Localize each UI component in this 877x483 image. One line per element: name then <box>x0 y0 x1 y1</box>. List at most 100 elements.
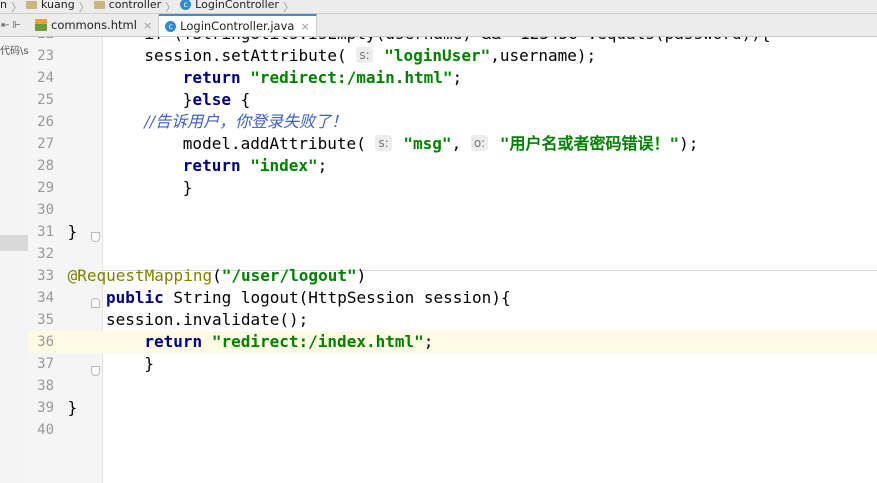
code-token: ); <box>679 134 699 153</box>
string-literal: "msg" <box>403 134 452 153</box>
breadcrumb-label: kuang <box>40 0 75 11</box>
breadcrumb-label: n <box>0 0 7 11</box>
code-line-26[interactable]: 26 //告诉用户，你登录失败了！ <box>28 111 877 133</box>
annotation: @RequestMapping <box>67 266 213 285</box>
breadcrumb-separator: 〉 <box>165 0 177 14</box>
close-icon[interactable]: × <box>300 20 309 33</box>
code-line-39[interactable]: 39} <box>28 397 877 419</box>
comment: //告诉用户，你登录失败了！ <box>144 112 348 131</box>
breadcrumb-item-kuang[interactable]: kuang <box>25 0 75 11</box>
line-number: 37 <box>37 356 54 372</box>
line-number: 36 <box>37 334 54 350</box>
parameter-hint: s: <box>375 135 392 151</box>
breadcrumb: n 〉 kuang 〉 controller 〉 c LoginControll… <box>0 0 877 14</box>
code-token: ,username); <box>490 46 597 65</box>
editor-tab-bar: ⇤ ⊩ commons.html × c LoginController.jav… <box>0 14 877 37</box>
tab-label: LoginController.java <box>180 19 295 33</box>
line-number: 23 <box>37 48 54 64</box>
line-number: 38 <box>37 378 54 394</box>
breadcrumb-item-n[interactable]: n <box>0 0 7 11</box>
line-number: 33 <box>37 268 54 284</box>
keyword: return <box>144 332 203 351</box>
parameter-hint: s: <box>356 47 373 63</box>
breadcrumb-separator: 〉 <box>78 0 90 14</box>
code-token: ) <box>356 266 367 285</box>
string-literal: "redirect:/main.html" <box>250 68 453 87</box>
code-token: session.setAttribute( <box>144 46 357 65</box>
line-number: 31 <box>37 224 54 240</box>
tool-window-icons: ⇤ ⊩ <box>0 14 29 36</box>
breadcrumb-item-controller[interactable]: controller <box>93 0 161 11</box>
line-number: 24 <box>37 70 54 86</box>
code-line-36[interactable]: 36 return "redirect:/index.html"; <box>28 331 877 353</box>
code-text: @RequestMapping("/user/logout") <box>68 265 367 287</box>
code-line-33[interactable]: 33 @RequestMapping("/user/logout") <box>28 265 877 287</box>
line-number: 22 <box>28 37 54 45</box>
code-line-35[interactable]: 35 session.invalidate(); <box>28 309 877 331</box>
code-text: model.addAttribute( s: "msg", o: "用户名或者密… <box>183 133 699 155</box>
code-line-38[interactable]: 38 <box>28 375 877 397</box>
code-token: } <box>67 222 78 241</box>
code-token: ; <box>317 156 328 175</box>
code-line-32[interactable]: 32 <box>28 243 877 265</box>
code-text: session.setAttribute( s: "loginUser",use… <box>144 45 596 67</box>
folder-icon <box>25 0 37 9</box>
code-token: } <box>182 90 193 109</box>
code-line-37[interactable]: 37} <box>28 353 877 375</box>
line-number: 25 <box>37 92 54 108</box>
code-line-30[interactable]: 30 <box>28 199 877 221</box>
code-text: } <box>183 177 193 199</box>
line-number: 39 <box>37 400 54 416</box>
code-token: } <box>67 398 78 417</box>
line-number: 35 <box>37 312 54 328</box>
tab-logincontroller-java[interactable]: c LoginController.java × <box>159 14 317 36</box>
code-line-23[interactable]: 23 session.setAttribute( s: "loginUser",u… <box>28 45 877 67</box>
close-icon[interactable]: × <box>143 19 152 32</box>
code-line-22[interactable]: 22 if (!StringUtils.isEmpty(username) && … <box>28 37 877 45</box>
code-text: return "redirect:/index.html"; <box>144 331 433 353</box>
code-line-28[interactable]: 28 return "index"; <box>28 155 877 177</box>
string-literal: "index" <box>250 156 318 175</box>
code-token: , <box>451 134 471 153</box>
keyword: else <box>192 90 231 109</box>
collapse-icon[interactable]: ⇤ <box>1 20 9 31</box>
code-token: } <box>182 178 193 197</box>
code-line-31[interactable]: 31} <box>28 221 877 243</box>
code-editor[interactable]: 22 if (!StringUtils.isEmpty(username) && … <box>28 37 877 483</box>
keyword: return <box>182 68 241 87</box>
code-text: } <box>144 353 154 375</box>
project-tree-selection <box>0 235 28 251</box>
project-panel-edge[interactable]: 代码\s <box>0 37 29 483</box>
code-text: } <box>68 397 78 419</box>
code-line-29[interactable]: 29} <box>28 177 877 199</box>
breadcrumb-item-logincontroller[interactable]: c LoginController <box>180 0 279 11</box>
line-number: 40 <box>37 422 54 438</box>
keyword: return <box>182 156 241 175</box>
code-text: return "index"; <box>183 155 328 177</box>
string-literal: "用户名或者密码错误！" <box>499 134 680 153</box>
folder-icon <box>93 0 105 9</box>
code-line-40[interactable]: 40 <box>28 419 877 441</box>
string-literal: "redirect:/index.html" <box>211 332 424 351</box>
code-line-27[interactable]: 27 model.addAttribute( s: "msg", o: "用户名或… <box>28 133 877 155</box>
keyword: public <box>106 288 164 307</box>
parameter-hint: o: <box>470 135 489 151</box>
code-token: ; <box>452 68 463 87</box>
code-token: } <box>144 354 155 373</box>
tab-commons-html[interactable]: commons.html × <box>29 14 160 36</box>
class-icon: c <box>180 0 192 10</box>
string-literal: "/user/logout" <box>221 266 357 285</box>
pin-icon[interactable]: ⊩ <box>12 20 21 31</box>
code-text: if (!StringUtils.isEmpty(username) && "1… <box>144 37 770 45</box>
html-file-icon <box>35 19 47 31</box>
code-line-34[interactable]: 34 public String logout(HttpSession sessi… <box>28 287 877 309</box>
line-number: 32 <box>37 246 54 262</box>
line-number: 26 <box>37 114 54 130</box>
code-line-25[interactable]: 25}else { <box>28 89 877 111</box>
code-line-24[interactable]: 24 return "redirect:/main.html"; <box>28 67 877 89</box>
code-token: model.addAttribute( <box>182 134 376 153</box>
